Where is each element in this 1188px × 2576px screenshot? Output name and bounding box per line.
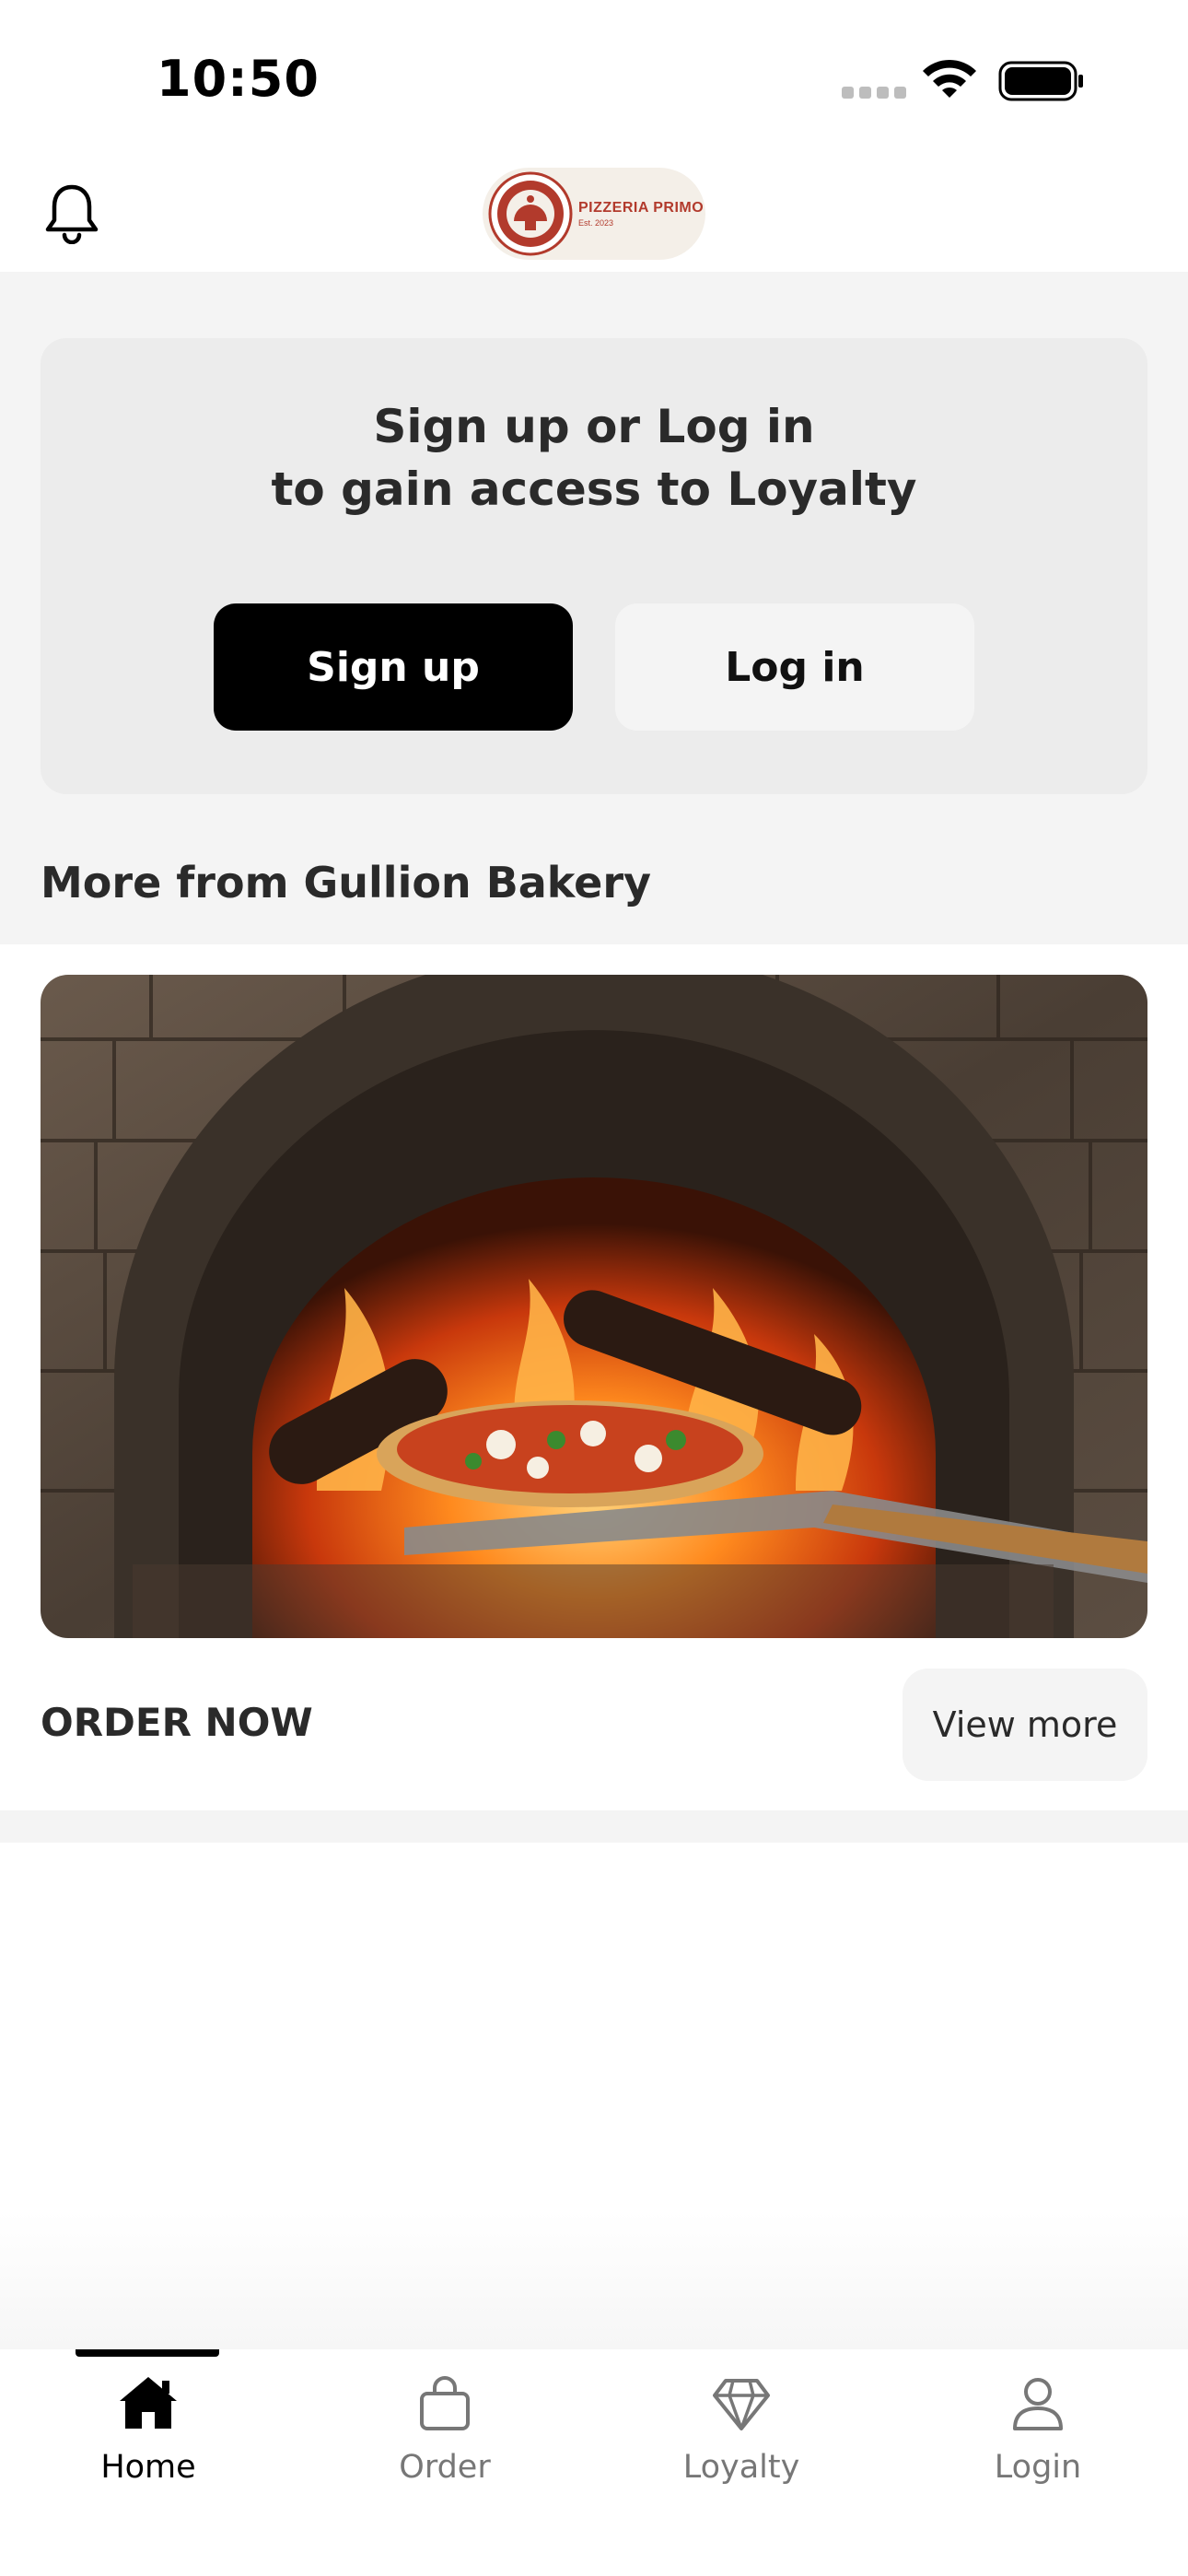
tab-label-login: Login — [994, 2449, 1082, 2486]
section-divider — [0, 1810, 1188, 1843]
view-more-button[interactable]: View more — [903, 1669, 1147, 1781]
battery-icon — [998, 61, 1083, 101]
diamond-icon — [713, 2379, 770, 2430]
tab-loyalty[interactable]: Loyalty — [593, 2349, 890, 2534]
loyalty-title-line2: to gain access to Loyalty — [271, 463, 917, 516]
promo-section: ORDER NOW View more — [0, 944, 1188, 1810]
bag-icon — [420, 2376, 470, 2430]
status-bar: 10:50 — [0, 0, 1188, 157]
tab-label-loyalty: Loyalty — [682, 2449, 800, 2486]
tab-active-indicator — [76, 2349, 219, 2357]
bell-icon[interactable] — [42, 181, 101, 244]
promo-image[interactable] — [41, 975, 1147, 1638]
home-icon — [120, 2377, 177, 2429]
order-now-label: ORDER NOW — [41, 1700, 313, 1745]
brand-name: PIZZERIA PRIMO — [578, 200, 705, 216]
tab-order[interactable]: Order — [297, 2349, 593, 2534]
login-button[interactable]: Log in — [615, 603, 974, 731]
section-title: More from Gullion Bakery — [41, 858, 652, 907]
signup-button[interactable]: Sign up — [214, 603, 573, 731]
tab-home[interactable]: Home — [0, 2349, 297, 2534]
tab-login[interactable]: Login — [890, 2349, 1186, 2534]
loyalty-card: Sign up or Log in to gain access to Loya… — [41, 338, 1147, 794]
loyalty-title: Sign up or Log in to gain access to Loya… — [41, 395, 1147, 521]
loyalty-title-line1: Sign up or Log in — [373, 400, 815, 453]
tab-bar-fade — [0, 2211, 1188, 2349]
loyalty-section: Sign up or Log in to gain access to Loya… — [0, 272, 1188, 944]
tab-bar: Home Order Loyalty Login — [0, 2349, 1188, 2576]
brand-est: Est. 2023 — [578, 218, 614, 228]
tab-label-order: Order — [399, 2449, 491, 2486]
tab-label-home: Home — [100, 2449, 196, 2486]
app-header: PIZZERIA PRIMO Est. 2023 — [0, 157, 1188, 272]
cellular-signal-icon — [842, 87, 906, 99]
person-icon — [1013, 2378, 1063, 2430]
status-time: 10:50 — [157, 50, 320, 108]
pizzeria-seal-icon — [488, 171, 573, 256]
brand-logo: PIZZERIA PRIMO Est. 2023 — [483, 168, 705, 260]
wifi-icon — [923, 59, 976, 98]
